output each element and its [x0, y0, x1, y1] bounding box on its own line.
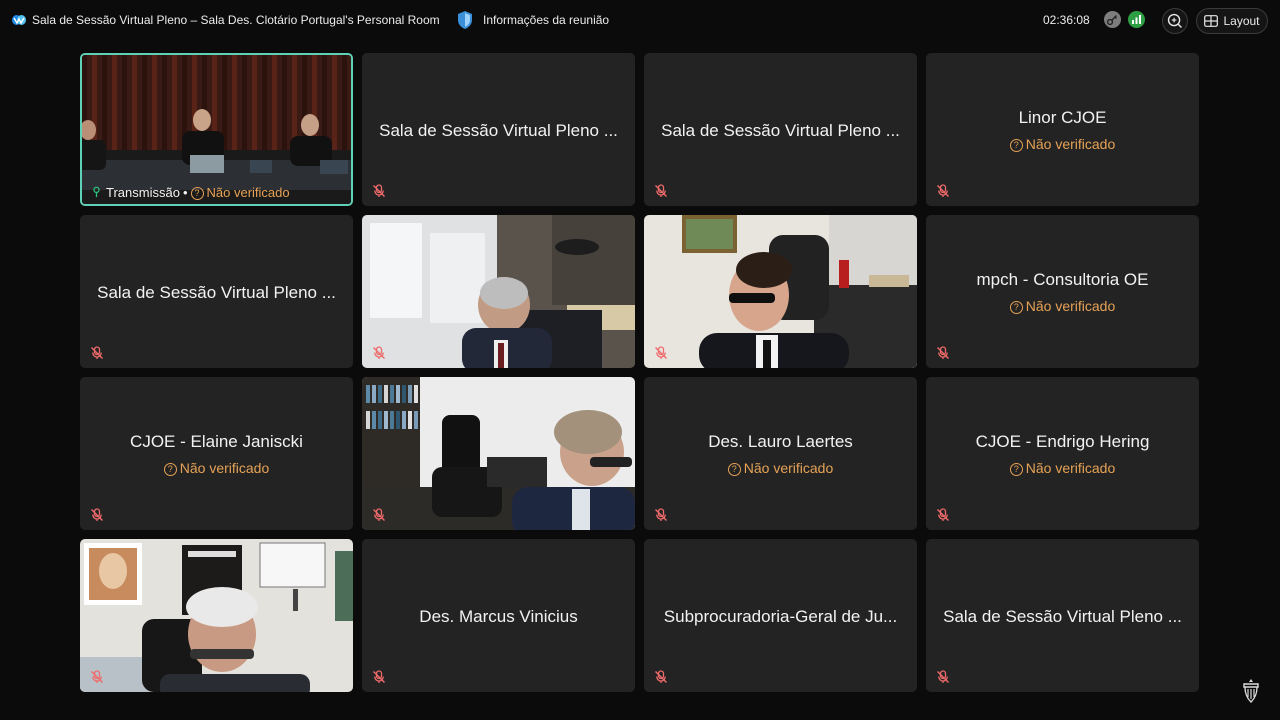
meeting-info-link[interactable]: Informações da reunião — [483, 13, 609, 27]
participant-name: Sala de Sessão Virtual Pleno ... — [943, 607, 1182, 626]
mic-muted-icon — [90, 508, 104, 522]
verification-status: ? Não verificado — [190, 185, 290, 200]
question-circle-icon: ? — [1009, 463, 1023, 476]
participant-tile[interactable]: Sala de Sessão Virtual Pleno ... — [644, 53, 917, 206]
layout-grid-icon — [1204, 15, 1219, 27]
participant-tile[interactable]: Sala de Sessão Virtual Pleno ... — [926, 539, 1199, 692]
separator: • — [182, 185, 188, 200]
video-feed — [644, 215, 917, 368]
mic-muted-icon — [372, 508, 386, 522]
mic-muted-icon — [936, 670, 950, 684]
participant-tile[interactable]: Subprocuradoria-Geral de Ju... — [644, 539, 917, 692]
verification-status: ? Não verificado — [926, 298, 1199, 314]
video-feed — [82, 55, 351, 204]
participant-name: Des. Marcus Vinicius — [419, 607, 578, 626]
participant-tile[interactable]: mpch - Consultoria OE ? Não verificado — [926, 215, 1199, 368]
participant-tile[interactable]: Sala de Sessão Virtual Pleno ... — [362, 53, 635, 206]
verification-status: ? Não verificado — [644, 460, 917, 476]
mic-muted-icon — [372, 670, 386, 684]
participant-tile[interactable]: Transmissão •? Não verificado — [80, 53, 353, 206]
question-circle-icon: ? — [1009, 139, 1023, 152]
participant-tile[interactable] — [362, 377, 635, 530]
layout-button-label: Layout — [1223, 14, 1260, 28]
participant-tile[interactable] — [644, 215, 917, 368]
mic-muted-icon — [90, 346, 104, 360]
verification-status: ? Não verificado — [80, 460, 353, 476]
participant-tile[interactable]: Sala de Sessão Virtual Pleno ... — [80, 215, 353, 368]
participant-name: Linor CJOE — [1018, 108, 1107, 127]
video-feed — [362, 215, 635, 368]
participant-tile[interactable]: CJOE - Endrigo Hering ? Não verificado — [926, 377, 1199, 530]
mic-muted-icon — [936, 184, 950, 198]
verification-status: ? Não verificado — [926, 460, 1199, 476]
question-circle-icon: ? — [1009, 301, 1023, 314]
mic-muted-icon — [654, 508, 668, 522]
mic-muted-icon — [936, 346, 950, 360]
meeting-timer: 02:36:08 — [1043, 13, 1090, 27]
participant-tile[interactable] — [362, 215, 635, 368]
live-icon — [93, 186, 100, 198]
webex-logo-icon — [12, 15, 26, 25]
mic-muted-icon — [654, 670, 668, 684]
participant-name: CJOE - Elaine Janiscki — [130, 432, 303, 451]
layout-button[interactable]: Layout — [1196, 8, 1268, 34]
key-icon[interactable] — [1104, 11, 1121, 28]
mic-muted-icon — [654, 184, 668, 198]
participant-name: Des. Lauro Laertes — [708, 432, 853, 451]
participant-tile[interactable]: Des. Lauro Laertes ? Não verificado — [644, 377, 917, 530]
mic-muted-icon — [936, 508, 950, 522]
participant-name: Sala de Sessão Virtual Pleno ... — [97, 283, 336, 302]
zoom-icon — [1167, 13, 1182, 28]
participant-name: Sala de Sessão Virtual Pleno ... — [661, 121, 900, 140]
participant-name: Sala de Sessão Virtual Pleno ... — [379, 121, 618, 140]
court-seal-icon — [1243, 679, 1259, 703]
participant-tile[interactable]: CJOE - Elaine Janiscki ? Não verificado — [80, 377, 353, 530]
mic-muted-icon — [372, 184, 386, 198]
participant-tile[interactable] — [80, 539, 353, 692]
verification-status: ? Não verificado — [926, 136, 1199, 152]
mic-muted-icon — [90, 670, 104, 684]
question-circle-icon: ? — [727, 463, 741, 476]
participant-name: mpch - Consultoria OE — [976, 270, 1149, 289]
participant-tile[interactable]: Des. Marcus Vinicius — [362, 539, 635, 692]
shield-icon[interactable] — [456, 10, 474, 30]
participant-name: CJOE - Endrigo Hering — [975, 432, 1150, 451]
zoom-button[interactable] — [1162, 8, 1188, 34]
mic-muted-icon — [654, 346, 668, 360]
top-bar: Sala de Sessão Virtual Pleno – Sala Des.… — [0, 0, 1280, 40]
video-feed — [362, 377, 635, 530]
stream-label-text: Transmissão — [106, 185, 180, 200]
participant-tile[interactable]: Linor CJOE ? Não verificado — [926, 53, 1199, 206]
video-feed — [80, 539, 353, 692]
signal-icon[interactable] — [1128, 11, 1145, 28]
participant-name: Subprocuradoria-Geral de Ju... — [663, 607, 898, 626]
mic-muted-icon — [372, 346, 386, 360]
meeting-title: Sala de Sessão Virtual Pleno – Sala Des.… — [32, 13, 440, 27]
question-circle-icon: ? — [163, 463, 177, 476]
stream-label: Transmissão •? Não verificado — [92, 185, 290, 200]
question-circle-icon: ? — [190, 187, 204, 200]
